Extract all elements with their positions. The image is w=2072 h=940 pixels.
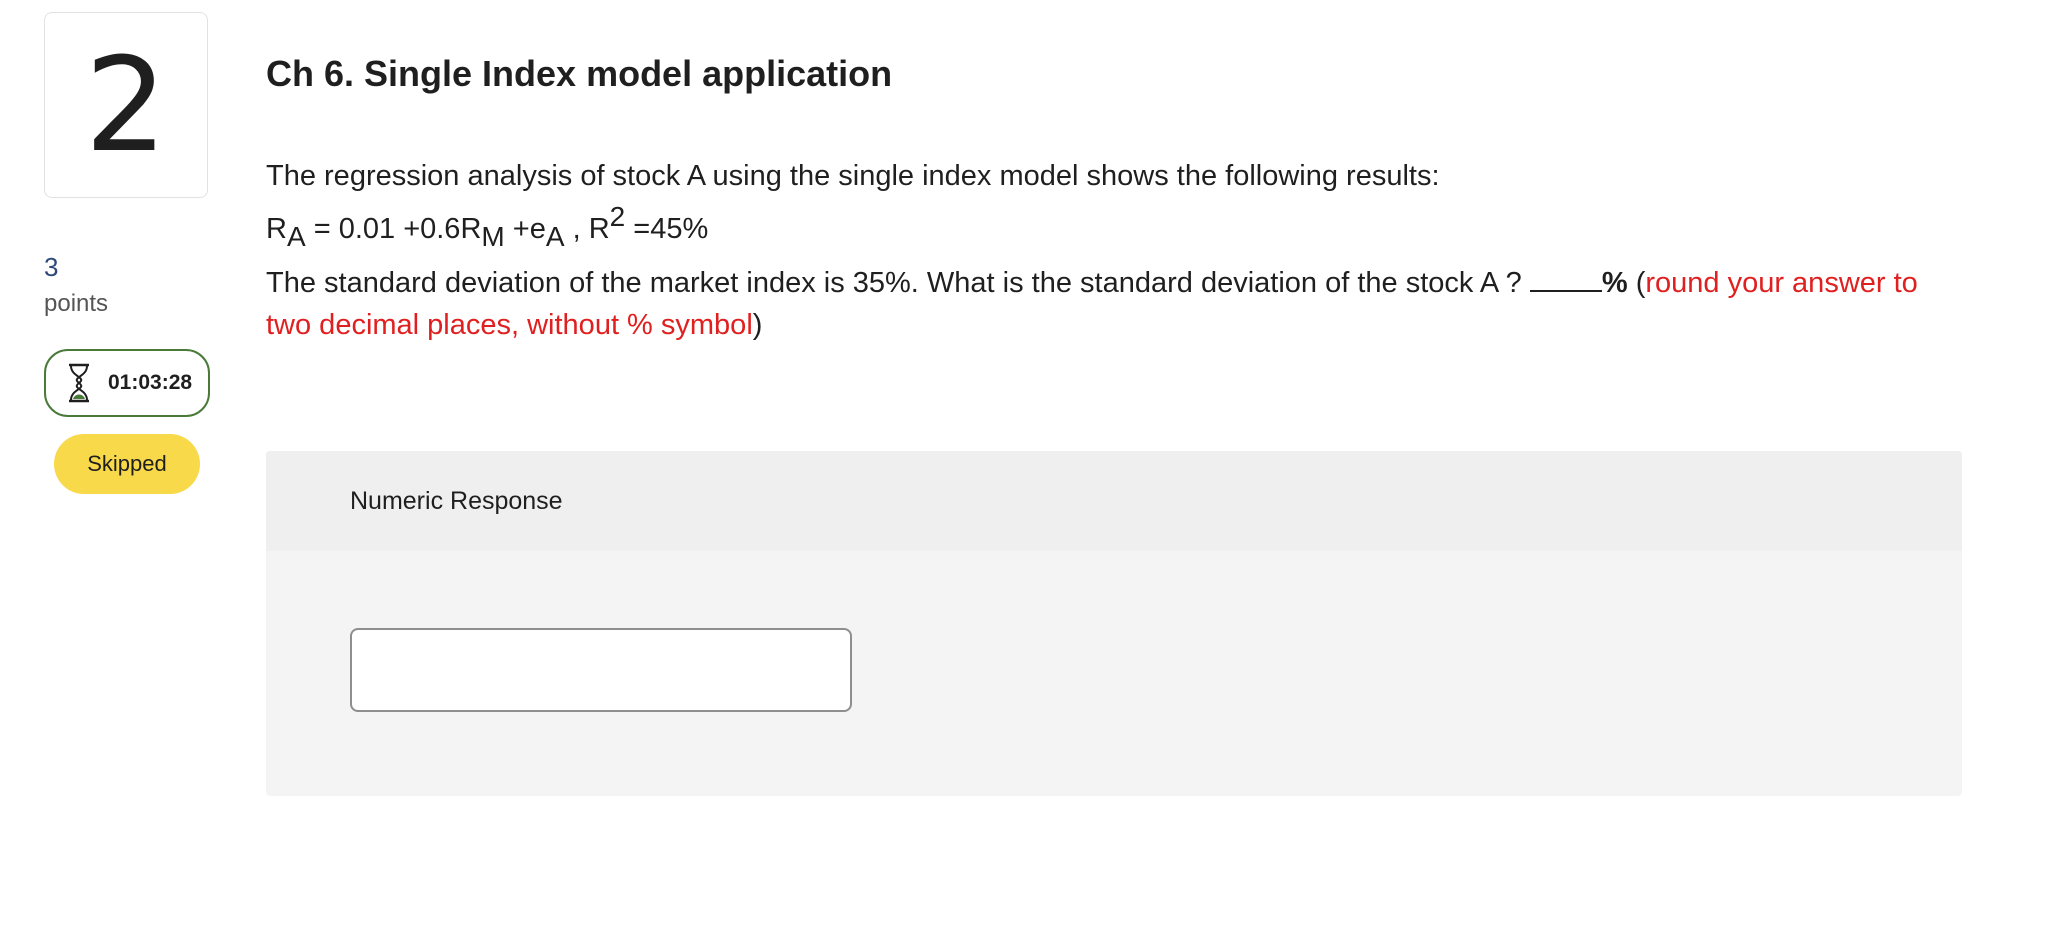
question-number: 2 <box>84 29 168 181</box>
eq-sub-m: M <box>481 221 505 252</box>
blank-suffix: % <box>1601 267 1628 299</box>
response-panel: Numeric Response <box>266 451 1962 796</box>
question-title: Ch 6. Single Index model application <box>266 53 893 94</box>
eq-end: =45% <box>625 213 709 245</box>
response-header: Numeric Response <box>266 451 1962 551</box>
question-page: 2 3 points 01:03:28 Skipped Ch 6. Single… <box>0 0 2072 940</box>
points-value: 3 <box>44 252 59 282</box>
regression-equation: RA = 0.01 +0.6RM +eA , R2 =45% <box>266 203 1926 252</box>
timer: 01:03:28 <box>44 349 210 417</box>
timer-value: 01:03:28 <box>108 371 193 394</box>
numeric-answer-input[interactable] <box>350 628 852 712</box>
question-intro: The regression analysis of stock A using… <box>266 160 1440 192</box>
eq-sub-a2: A <box>545 221 565 252</box>
eq-mid: = 0.01 +0.6R <box>305 213 482 245</box>
status-badge: Skipped <box>54 434 200 494</box>
eq-sup-2: 2 <box>609 201 626 232</box>
paren-close: ) <box>752 309 763 341</box>
question-prompt: The standard deviation of the market ind… <box>266 262 1926 346</box>
hourglass-icon <box>66 363 92 403</box>
prompt-text: The standard deviation of the market ind… <box>266 267 1530 299</box>
answer-blank <box>1529 264 1602 292</box>
eq-sep: , R <box>564 213 610 245</box>
eq-sub-a: A <box>286 221 306 252</box>
question-number-box: 2 <box>44 12 208 198</box>
points-label: points <box>44 290 109 317</box>
eq-r: R <box>266 213 287 245</box>
paren-open: ( <box>1627 267 1646 299</box>
eq-e: +e <box>504 213 546 245</box>
